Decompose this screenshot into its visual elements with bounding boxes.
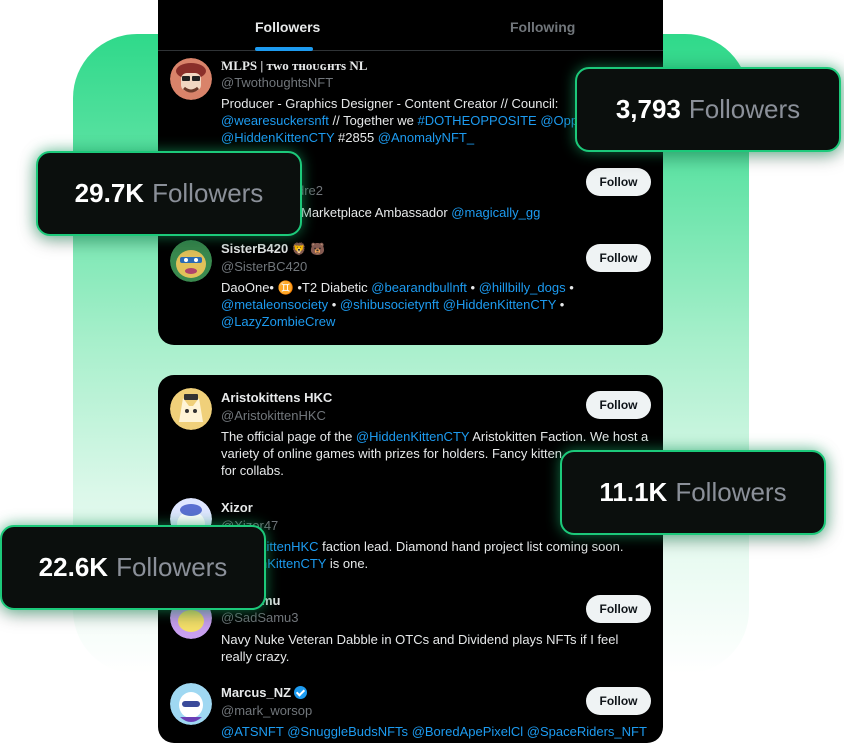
bio-text: • [466, 280, 479, 295]
tab-bar: Followers Following [158, 0, 663, 51]
bio-text: • [565, 280, 574, 295]
bio-text: The official page of the [221, 429, 356, 444]
tab-following[interactable]: Following [510, 19, 575, 35]
bio-link[interactable]: @HiddenKittenCTY [356, 429, 469, 444]
follower-count-label: Followers [688, 94, 801, 124]
user-bio: @ATSNFT @SnuggleBudsNFTs @BoredApePixelC… [221, 723, 651, 740]
bio-link[interactable]: @ATSNFT [221, 724, 284, 739]
avatar-image [170, 58, 212, 100]
user-bio: Marketplace Ambassador @magically_gg [301, 204, 651, 221]
user-name[interactable]: Xizor [221, 500, 253, 515]
bio-link[interactable]: @HiddenKittenCTY [221, 130, 334, 145]
bio-text: is one. [326, 556, 369, 571]
bio-link[interactable]: @SpaceRiders_NFT [527, 724, 647, 739]
follower-count-badge: 11.1K Followers [560, 450, 826, 535]
active-tab-indicator [255, 47, 313, 51]
avatar[interactable] [170, 58, 212, 100]
avatar[interactable] [170, 388, 212, 430]
follow-button[interactable]: Follow [586, 244, 651, 272]
bio-text: #2855 [334, 130, 378, 145]
bio-link[interactable]: @BoredApePixelCl [412, 724, 523, 739]
follower-count-number: 29.7K [74, 178, 145, 208]
bio-link[interactable]: @metaleonsociety [221, 297, 328, 312]
user-handle[interactable]: @SadSamu3 [221, 610, 299, 625]
follow-button[interactable]: Follow [586, 391, 651, 419]
bio-link[interactable]: @LazyZombieCrew [221, 314, 335, 329]
bio-link[interactable]: @shibusocietynft [340, 297, 439, 312]
bio-link[interactable]: @SnuggleBudsNFTs [287, 724, 408, 739]
follower-count-badge: 3,793 Followers [575, 67, 841, 152]
follower-count-label: Followers [152, 178, 264, 208]
verified-badge-icon [294, 686, 308, 699]
bio-text: Navy Nuke Veteran Dabble in OTCs and Div… [221, 632, 619, 664]
user-bio: Navy Nuke Veteran Dabble in OTCs and Div… [221, 631, 651, 665]
follow-button[interactable]: Follow [586, 168, 651, 196]
user-handle[interactable]: @AristokittenHKC [221, 408, 326, 423]
user-bio: DaoOne• ♊ •T2 Diabetic @bearandbullnft •… [221, 279, 651, 330]
bio-link[interactable]: @magically_gg [451, 205, 540, 220]
bio-text: faction lead. Diamond hand project list … [318, 539, 624, 554]
bio-text: • [556, 297, 565, 312]
bio-link[interactable]: nKittenCTY [260, 556, 326, 571]
list-item[interactable]: Marcus_NZ @mark_worsop Follow @ATSNFT @S… [158, 683, 663, 743]
promo-stage: Followers Following MLPS | ᴛᴡᴏ ᴛʜᴏᴜɢʜᴛs … [0, 0, 844, 743]
follower-count-label: Followers [116, 552, 228, 582]
bio-text: DaoOne• ♊ •T2 Diabetic [221, 280, 372, 295]
avatar-image [170, 388, 212, 430]
bio-link[interactable]: #DOTHEOPPOSITE [418, 113, 537, 128]
bio-text: for collabs. [221, 463, 284, 478]
bio-link[interactable]: @AnomalyNFT_ [378, 130, 474, 145]
follower-count-badge: 22.6K Followers [0, 525, 266, 610]
follower-count-badge: 29.7K Followers [36, 151, 302, 236]
user-bio: kittenHKC faction lead. Diamond hand pro… [260, 538, 660, 572]
user-handle[interactable]: @SisterBC420 [221, 259, 307, 274]
follow-button[interactable]: Follow [586, 595, 651, 623]
bio-link[interactable]: @HiddenKittenCTY [443, 297, 556, 312]
bio-text: // Together we [328, 113, 418, 128]
user-name[interactable]: MLPS | ᴛᴡᴏ ᴛʜᴏᴜɢʜᴛs NL [221, 58, 367, 74]
bio-link[interactable]: @bearandbullnft [371, 280, 467, 295]
avatar[interactable] [170, 240, 212, 282]
name-emoji: 🦁 🐻 [291, 242, 326, 256]
bio-text: Marketplace Ambassador [301, 205, 452, 220]
follower-count-label: Followers [675, 477, 787, 507]
tab-followers[interactable]: Followers [255, 19, 320, 35]
user-name-text: SisterB420 [221, 241, 289, 256]
follower-count-number: 22.6K [38, 552, 109, 582]
user-name[interactable]: Aristokittens HKC [221, 390, 332, 405]
user-name[interactable]: SisterB420 🦁 🐻 [221, 241, 325, 256]
user-name-text: Marcus_NZ [221, 685, 292, 700]
bio-link[interactable]: @hillbilly_dogs [479, 280, 566, 295]
bio-link[interactable]: @wearesuckersnft [221, 113, 329, 128]
user-handle[interactable]: @mark_worsop [221, 703, 312, 718]
bio-text: • [328, 297, 340, 312]
avatar-image [170, 240, 212, 282]
user-handle[interactable]: @TwothoughtsNFT [221, 75, 333, 90]
follower-count-number: 11.1K [599, 477, 668, 507]
user-name[interactable]: Marcus_NZ [221, 685, 308, 700]
follow-button[interactable]: Follow [586, 687, 651, 715]
list-item[interactable]: SisterB420 🦁 🐻 @SisterBC420 Follow DaoOn… [158, 240, 663, 330]
bio-text: Producer - Graphics Designer - Content C… [221, 96, 559, 111]
follower-count-number: 3,793 [615, 94, 681, 124]
avatar[interactable] [170, 683, 212, 725]
avatar-image [170, 683, 212, 725]
bio-link[interactable]: kittenHKC [260, 539, 319, 554]
